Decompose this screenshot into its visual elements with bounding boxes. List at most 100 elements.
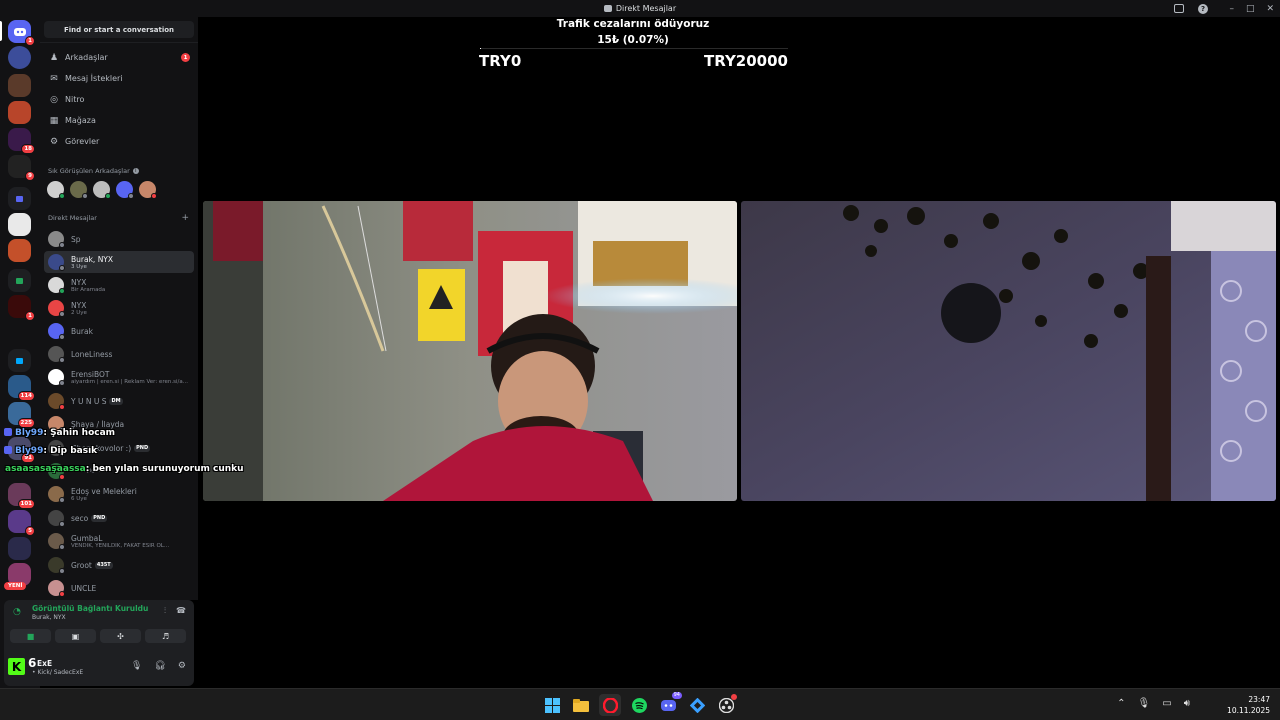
friends-badge: 1 xyxy=(181,53,190,62)
server-icon[interactable]: 9 xyxy=(8,155,35,181)
server-icon[interactable] xyxy=(8,239,31,262)
dm-item[interactable]: UNCLE xyxy=(44,577,194,599)
dm-avatar xyxy=(48,369,65,386)
network-icon[interactable]: ▭ xyxy=(1162,698,1171,709)
file-explorer-button[interactable] xyxy=(570,694,592,716)
home-button[interactable]: 1 xyxy=(8,20,35,46)
user-number: 6 xyxy=(28,656,37,670)
nav-nitro[interactable]: ◎ Nitro xyxy=(44,90,194,109)
noise-suppression-icon[interactable]: ⫶ xyxy=(164,606,166,616)
server-icon[interactable]: 101 xyxy=(8,483,35,509)
chevron-up-icon[interactable]: ⌃ xyxy=(1117,698,1125,709)
nav-message-requests[interactable]: ✉ Mesaj İstekleri xyxy=(44,69,194,88)
dm-item[interactable]: NYX 2 Üye xyxy=(44,297,194,319)
server-icon[interactable] xyxy=(8,46,31,69)
dm-item[interactable]: seco PND xyxy=(44,507,194,529)
dm-item[interactable]: Burak, NYX 3 Üye xyxy=(44,251,194,273)
friend-avatar[interactable] xyxy=(70,181,88,199)
obs-button[interactable] xyxy=(715,694,737,716)
dm-tag: DM xyxy=(109,397,123,405)
add-dm-icon[interactable]: + xyxy=(181,213,189,223)
spotify-button[interactable] xyxy=(628,694,650,716)
server-icon[interactable] xyxy=(8,74,31,97)
user-avatar[interactable]: K xyxy=(8,658,25,675)
volume-icon[interactable]: 🔊︎ xyxy=(1184,698,1190,709)
discord-icon xyxy=(660,699,676,711)
nav-quests[interactable]: ⚙ Görevler xyxy=(44,132,194,151)
camera-feed-image xyxy=(203,201,737,501)
server-icon[interactable]: 1 xyxy=(8,295,35,321)
dm-item[interactable]: Sp xyxy=(44,228,194,250)
activities-button[interactable]: ✣ xyxy=(100,629,141,643)
nav-friends[interactable]: ♟ Arkadaşlar 1 xyxy=(44,48,194,67)
dm-item[interactable]: Edoş ve Melekleri 6 Üye xyxy=(44,483,194,505)
video-tile-right[interactable] xyxy=(741,201,1276,501)
clock[interactable]: 23:47 10.11.2025 xyxy=(1227,694,1270,716)
notification-badge: 225 xyxy=(17,418,35,428)
system-tray: ⌃ 🎙︎ ▭ 🔊︎ xyxy=(1117,698,1190,709)
server-folder[interactable] xyxy=(8,269,31,292)
dm-name: Edoş ve Melekleri xyxy=(71,486,137,496)
server-folder[interactable] xyxy=(8,349,31,372)
server-icon[interactable] xyxy=(8,537,31,560)
friend-avatar[interactable] xyxy=(116,181,134,199)
dm-name: UNCLE xyxy=(71,583,97,593)
divider xyxy=(40,42,198,43)
headphones-icon[interactable]: 🎧︎ xyxy=(154,661,165,671)
server-icon[interactable]: 18 xyxy=(8,128,35,154)
donation-max: TRY20000 xyxy=(703,52,788,70)
close-button[interactable]: ✕ xyxy=(1266,4,1274,14)
start-button[interactable] xyxy=(541,694,563,716)
kick-icon xyxy=(4,428,12,436)
minimize-button[interactable]: – xyxy=(1229,4,1234,14)
help-icon[interactable]: ? xyxy=(1198,3,1208,14)
dm-item[interactable]: ErensiBOT aiyardım | eren.si | Reklam Ver… xyxy=(44,366,194,388)
voice-status[interactable]: Görüntülü Bağlantı Kuruldu xyxy=(32,604,148,613)
server-icon[interactable]: 225 xyxy=(8,402,35,428)
app-icon xyxy=(689,697,705,713)
nav-shop[interactable]: ▦ Mağaza xyxy=(44,111,194,130)
find-conversation-button[interactable]: Find or start a conversation xyxy=(44,21,194,38)
status-indicator xyxy=(59,404,65,410)
app-button[interactable] xyxy=(686,694,708,716)
mail-icon: ✉ xyxy=(50,73,58,84)
server-icon[interactable]: 114 xyxy=(8,375,35,401)
discord-taskbar-button[interactable]: 94 xyxy=(657,692,682,716)
dm-item[interactable]: Burak xyxy=(44,320,194,342)
inbox-icon[interactable] xyxy=(1174,4,1184,13)
camera-icon: ■ xyxy=(26,631,35,641)
dm-item[interactable]: LoneLiness xyxy=(44,343,194,365)
dm-name-row: Burak xyxy=(71,327,93,336)
voice-channel: Burak, NYX xyxy=(32,614,66,621)
soundboard-button[interactable]: ♬ xyxy=(145,629,186,643)
window-title-group: Direkt Mesajlar xyxy=(603,4,676,13)
dm-item[interactable]: Groot 435T xyxy=(44,554,194,576)
screen-share-button[interactable]: ▣ xyxy=(55,629,96,643)
server-icon[interactable] xyxy=(8,101,31,124)
user-name[interactable]: ExE xyxy=(37,659,52,668)
notification-badge: 9 xyxy=(25,171,35,181)
friend-avatar[interactable] xyxy=(93,181,111,199)
dm-item[interactable]: Y U N U S DM xyxy=(44,390,194,412)
opera-button[interactable] xyxy=(599,694,621,716)
dm-item[interactable]: NYX Bir Aramada xyxy=(44,274,194,296)
video-tile-left[interactable] xyxy=(203,201,737,501)
server-icon[interactable] xyxy=(8,213,31,236)
microphone-icon[interactable]: 🎙︎ xyxy=(131,661,142,671)
microphone-tray-icon[interactable]: 🎙︎ xyxy=(1138,698,1151,709)
friend-avatar[interactable] xyxy=(139,181,157,199)
server-folder[interactable] xyxy=(8,187,31,210)
maximize-button[interactable]: □ xyxy=(1246,4,1255,14)
disconnect-icon[interactable]: ☎ xyxy=(176,606,186,616)
nav-label: Nitro xyxy=(65,95,85,104)
friend-avatar[interactable] xyxy=(47,181,65,199)
settings-icon[interactable]: ⚙ xyxy=(178,661,186,671)
dm-avatar xyxy=(48,277,65,294)
server-icon[interactable]: 5 xyxy=(8,510,35,536)
camera-button[interactable]: ■ xyxy=(10,629,51,643)
dm-avatar xyxy=(48,300,65,317)
shop-icon: ▦ xyxy=(49,115,59,126)
dm-item[interactable]: GumbaL VENDIK, YENILDIK, FAKAT ESIR OL... xyxy=(44,530,194,552)
camera-feed-image xyxy=(741,201,1276,501)
dm-tag: PND xyxy=(91,514,108,522)
